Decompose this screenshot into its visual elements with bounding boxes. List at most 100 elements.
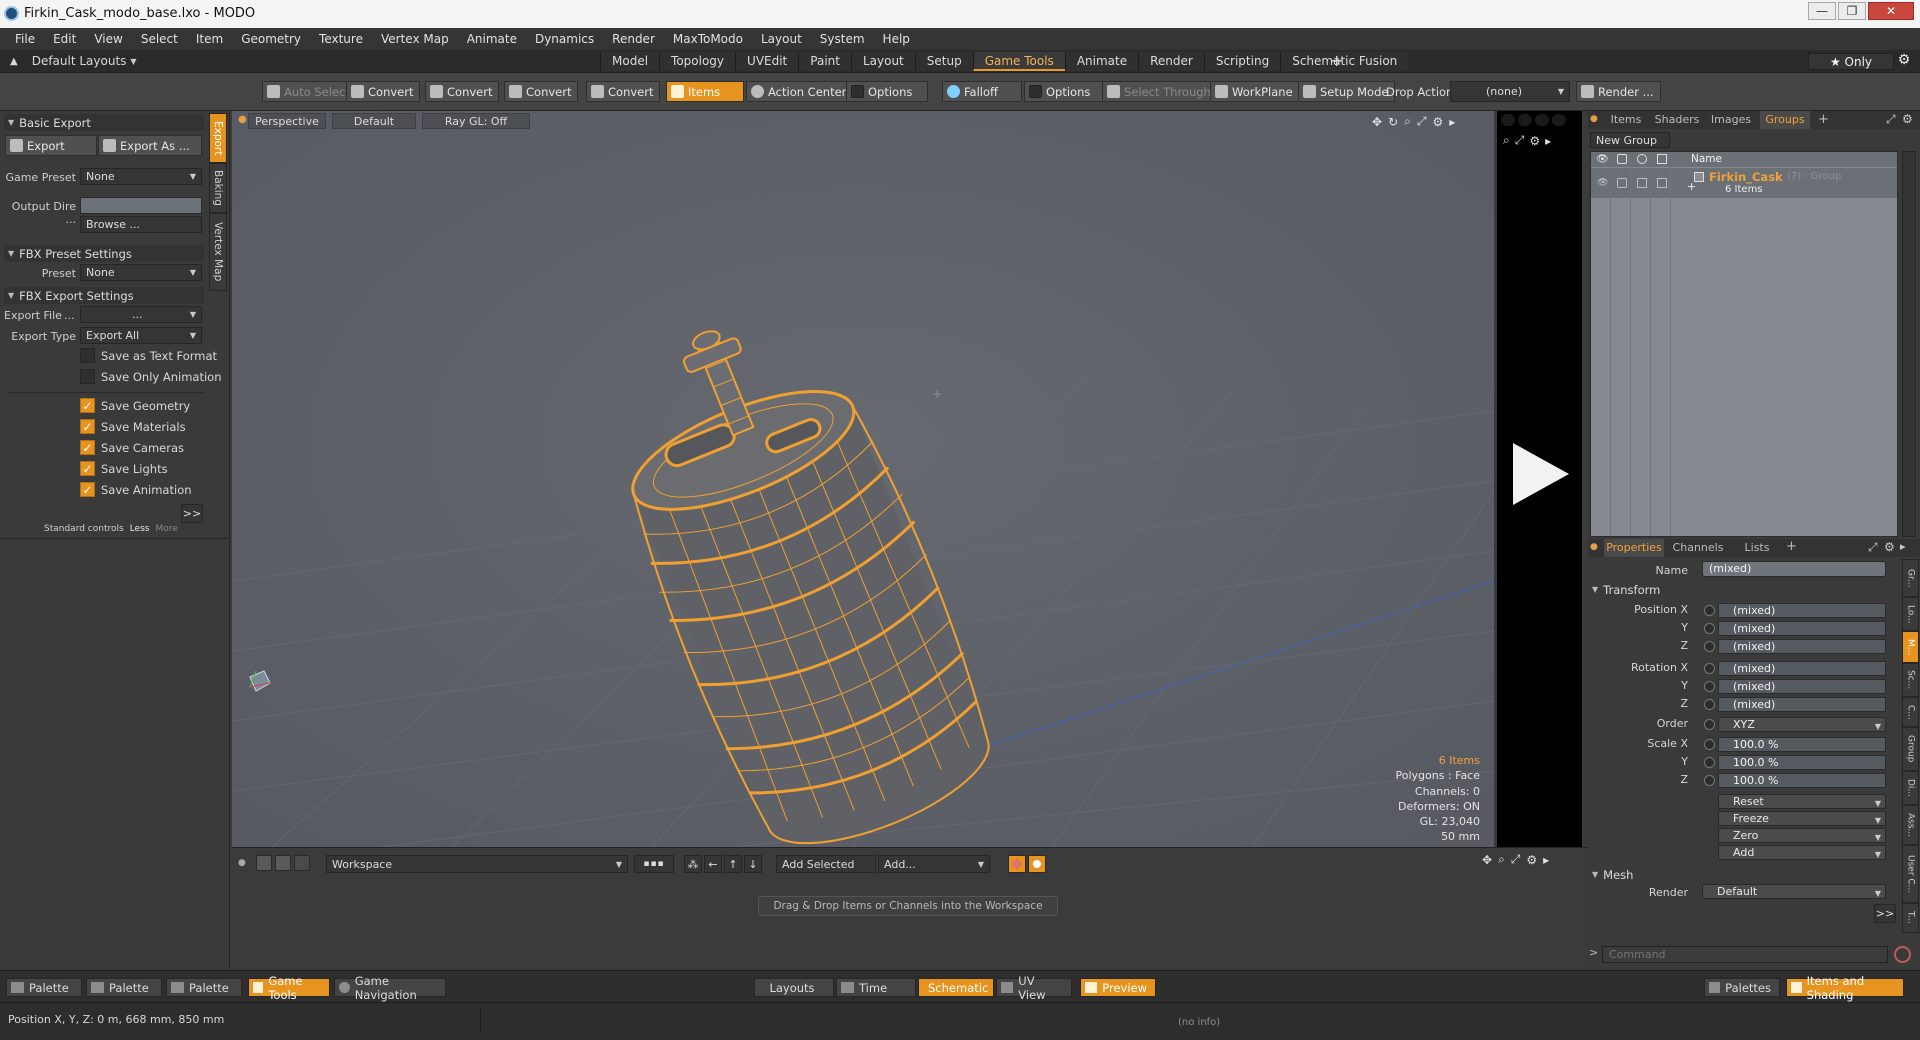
viewport-menu-dot-icon[interactable]: ● xyxy=(238,114,247,125)
keyframe-dot-icon[interactable] xyxy=(1704,641,1715,652)
tab-lists[interactable]: Lists xyxy=(1732,539,1782,557)
game-preset-dropdown[interactable]: None ▼ xyxy=(80,168,202,185)
more-arrow-icon[interactable]: ▸ xyxy=(1543,853,1549,867)
menu-select[interactable]: Select xyxy=(132,28,187,50)
tab-shaders[interactable]: Shaders xyxy=(1652,111,1702,129)
arrange-icon[interactable]: ⁂ xyxy=(684,855,702,873)
more-arrow-icon[interactable]: ▸ xyxy=(1900,540,1906,553)
expand-plus-icon[interactable]: + xyxy=(1687,180,1696,193)
position-z-field[interactable]: (mixed) xyxy=(1718,639,1886,654)
more-arrow-icon[interactable]: ▸ xyxy=(1545,134,1551,148)
menu-render[interactable]: Render xyxy=(603,28,664,50)
arrow-up-icon[interactable]: ↑ xyxy=(724,855,742,873)
command-input[interactable] xyxy=(1602,946,1888,963)
scale-z-field[interactable]: 100.0 % xyxy=(1718,773,1886,788)
save-animation-checkbox[interactable]: ✓ Save Animation xyxy=(80,482,192,497)
browse-button[interactable]: Browse ... xyxy=(80,216,202,233)
maximize-icon[interactable]: ⤢ xyxy=(1515,133,1525,148)
preset-dropdown[interactable]: None ▼ xyxy=(80,264,202,281)
tab-uvedit[interactable]: UVEdit xyxy=(735,52,799,71)
convert-button-2[interactable]: Convert xyxy=(425,81,500,102)
maximize-icon[interactable]: ⤢ xyxy=(1511,852,1521,867)
palettes-button[interactable]: Palettes xyxy=(1704,978,1780,997)
arrow-down-icon[interactable]: ↓ xyxy=(744,855,762,873)
workplane-button[interactable]: WorkPlane xyxy=(1210,81,1300,102)
less-link[interactable]: Less xyxy=(130,524,150,534)
side-tab-group[interactable]: Gr... xyxy=(1902,559,1919,597)
maximize-button[interactable]: ❐ xyxy=(1838,2,1866,20)
add-node-dropdown[interactable]: Add... ▼ xyxy=(878,855,990,873)
palette-button-3[interactable]: Palette xyxy=(166,978,242,997)
preview-toggle-icon[interactable] xyxy=(1535,114,1549,126)
gear-icon[interactable]: ⚙ xyxy=(1526,853,1537,867)
circle-toggle-icon[interactable] xyxy=(1028,855,1046,873)
play-icon[interactable] xyxy=(1507,441,1573,507)
add-tab-plus-icon[interactable]: + xyxy=(1818,112,1829,127)
mesh-section[interactable]: ▼ Mesh xyxy=(1588,866,1898,883)
side-tab-surface[interactable]: Sc... xyxy=(1902,663,1919,697)
tab-game-tools[interactable]: Game Tools xyxy=(972,52,1065,71)
keyframe-dot-icon[interactable] xyxy=(1704,699,1715,710)
menu-texture[interactable]: Texture xyxy=(310,28,372,50)
side-tab-c[interactable]: C... xyxy=(1902,697,1919,727)
name-field[interactable]: (mixed) xyxy=(1702,561,1886,577)
save-lights-checkbox[interactable]: ✓ Save Lights xyxy=(80,461,168,476)
raygl-toggle[interactable]: Ray GL: Off xyxy=(422,113,530,129)
expand-more-button[interactable]: >> xyxy=(181,504,203,523)
add-transform-dropdown[interactable]: Add ▼ xyxy=(1718,845,1886,860)
save-only-animation-checkbox[interactable]: Save Only Animation xyxy=(80,369,222,384)
schematic-refresh-icon[interactable] xyxy=(275,855,291,871)
output-directory-field[interactable] xyxy=(80,197,202,214)
tab-baking-vertical[interactable]: Baking xyxy=(209,163,227,213)
preview-toggle-icon[interactable] xyxy=(1552,114,1566,126)
side-tab-locator[interactable]: Lo... xyxy=(1902,597,1919,631)
rotation-x-field[interactable]: (mixed) xyxy=(1718,661,1886,676)
tab-export-vertical[interactable]: Export xyxy=(209,113,227,163)
save-materials-checkbox[interactable]: ✓ Save Materials xyxy=(80,419,186,434)
tab-items[interactable]: Items xyxy=(1604,111,1648,129)
transform-section[interactable]: ▼ Transform xyxy=(1588,581,1898,598)
render-button[interactable]: Render ... xyxy=(1576,81,1661,102)
menu-animate[interactable]: Animate xyxy=(458,28,526,50)
save-geometry-checkbox[interactable]: ✓ Save Geometry xyxy=(80,398,190,413)
side-tab-t[interactable]: T... xyxy=(1902,903,1919,933)
export-as-button[interactable]: Export As ... xyxy=(98,135,202,156)
tab-scripting[interactable]: Scripting xyxy=(1203,52,1281,71)
new-group-button[interactable]: New Group xyxy=(1590,132,1670,148)
export-type-dropdown[interactable]: Export All ▼ xyxy=(80,327,202,344)
keyframe-dot-icon[interactable] xyxy=(1704,775,1715,786)
schematic-workspace[interactable]: ● Workspace ▼ ▪▪▪ ⁂ ← ↑ ↓ Add Selected Ad… xyxy=(232,847,1588,970)
tab-layout[interactable]: Layout xyxy=(850,52,915,71)
items-mode-button[interactable]: Items xyxy=(666,81,744,102)
keyframe-dot-icon[interactable] xyxy=(1704,663,1715,674)
schematic-add-icon[interactable] xyxy=(256,855,272,871)
fbx-export-settings-section[interactable]: ▼ FBX Export Settings xyxy=(4,287,204,304)
record-icon[interactable] xyxy=(1894,946,1911,963)
zoom-icon[interactable]: ⌕ xyxy=(1498,852,1505,867)
eye-icon[interactable]: 👁 xyxy=(1597,178,1608,188)
action-center-options-button[interactable]: Options xyxy=(846,81,928,102)
menu-layout[interactable]: Layout xyxy=(752,28,811,50)
select-through-button[interactable]: Select Through xyxy=(1102,81,1218,102)
uv-view-button[interactable]: UV View xyxy=(996,974,1072,1002)
gear-icon[interactable]: ⚙ xyxy=(1892,52,1916,71)
convert-button-1[interactable]: Convert xyxy=(346,81,421,102)
rotation-z-field[interactable]: (mixed) xyxy=(1718,697,1886,712)
game-tools-layout-button[interactable]: Game Tools xyxy=(248,974,330,1002)
view-mode-dropdown[interactable]: Perspective xyxy=(248,113,326,129)
3d-viewport[interactable]: + ● Perspective Default Ray GL: Off ✥ ↻ … xyxy=(232,111,1494,847)
keyframe-dot-icon[interactable] xyxy=(1704,623,1715,634)
tab-channels[interactable]: Channels xyxy=(1668,539,1728,557)
position-y-field[interactable]: (mixed) xyxy=(1718,621,1886,636)
keyframe-dot-icon[interactable] xyxy=(1704,605,1715,616)
group-row-firkin-cask[interactable]: 👁 + Firkin_Cask (7) : Group 6 Items xyxy=(1591,168,1897,198)
drop-action-dropdown[interactable]: (none) ▼ xyxy=(1450,81,1570,102)
keyframe-dot-icon[interactable] xyxy=(1704,719,1715,730)
menu-edit[interactable]: Edit xyxy=(44,28,85,50)
rotation-y-field[interactable]: (mixed) xyxy=(1718,679,1886,694)
tab-model[interactable]: Model xyxy=(600,52,660,71)
export-file-browse-dots[interactable]: ... xyxy=(64,309,75,322)
tab-properties[interactable]: Properties xyxy=(1604,539,1664,557)
gear-icon[interactable]: ⚙ xyxy=(1529,134,1540,148)
only-toggle-button[interactable]: ★ Only xyxy=(1808,53,1894,70)
